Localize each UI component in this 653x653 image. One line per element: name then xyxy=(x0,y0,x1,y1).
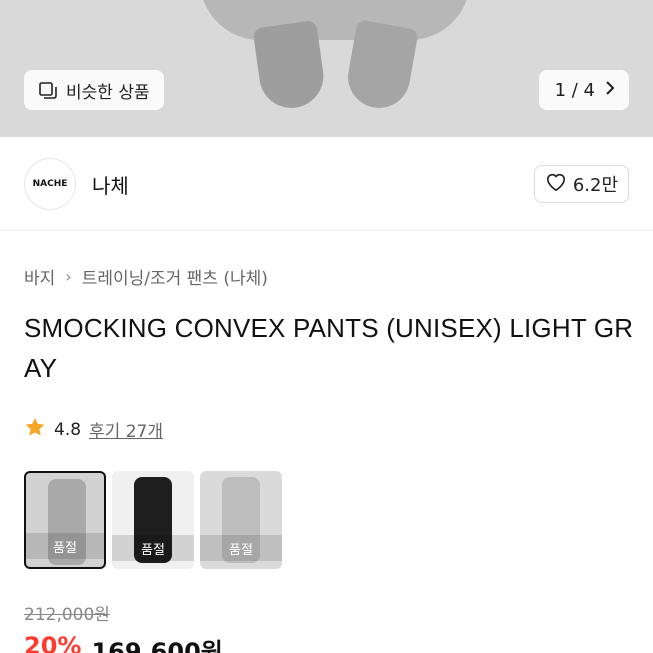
rating-summary: 4.8 후기 27개 xyxy=(24,416,163,443)
brand-row: NACHE 나체 6.2만 xyxy=(0,137,653,231)
reviews-link[interactable]: 후기 27개 xyxy=(89,417,163,442)
swatch-light-gray[interactable]: 품절 xyxy=(24,471,106,569)
swatch-black[interactable]: 품절 xyxy=(112,471,194,569)
sale-price: 169,600원 xyxy=(91,638,223,653)
original-price: 212,000원 xyxy=(24,605,110,625)
brand-name[interactable]: 나체 xyxy=(92,170,129,199)
sold-out-label: 품절 xyxy=(112,535,194,561)
breadcrumb: 바지 › 트레이닝/조거 팬츠 (나체) xyxy=(24,264,268,289)
sold-out-label: 품절 xyxy=(200,535,282,561)
product-title: SMOCKING CONVEX PANTS (UNISEX) LIGHT GRA… xyxy=(24,313,634,383)
brand-logo[interactable]: NACHE xyxy=(24,158,76,210)
image-pager-count: 1 / 4 xyxy=(554,79,595,101)
breadcrumb-item-subcategory[interactable]: 트레이닝/조거 팬츠 (나체) xyxy=(82,264,268,289)
similar-products-label: 비슷한 상품 xyxy=(66,82,150,103)
image-pager-button[interactable]: 1 / 4 xyxy=(538,70,629,110)
sold-out-label: 품절 xyxy=(26,533,104,559)
heart-icon xyxy=(545,172,567,197)
color-swatches: 품절 품절 품절 xyxy=(24,471,282,569)
right-shoe-image xyxy=(343,19,419,113)
like-count: 6.2만 xyxy=(572,175,618,196)
breadcrumb-item-category[interactable]: 바지 xyxy=(24,264,55,289)
discount-rate: 20% xyxy=(24,632,82,653)
chevron-right-icon xyxy=(605,80,615,101)
similar-products-icon xyxy=(38,80,58,100)
price-row: 20% 169,600원 xyxy=(24,632,223,653)
pants-hem-image xyxy=(200,0,470,40)
left-shoe-image xyxy=(252,19,328,113)
similar-products-button[interactable]: 비슷한 상품 xyxy=(24,70,164,110)
product-image-gallery[interactable]: 비슷한 상품 1 / 4 xyxy=(0,0,653,137)
like-button[interactable]: 6.2만 xyxy=(533,165,629,203)
star-icon xyxy=(24,416,46,443)
chevron-right-icon: › xyxy=(65,267,72,286)
rating-score: 4.8 xyxy=(54,419,82,440)
swatch-ivory[interactable]: 품절 xyxy=(200,471,282,569)
